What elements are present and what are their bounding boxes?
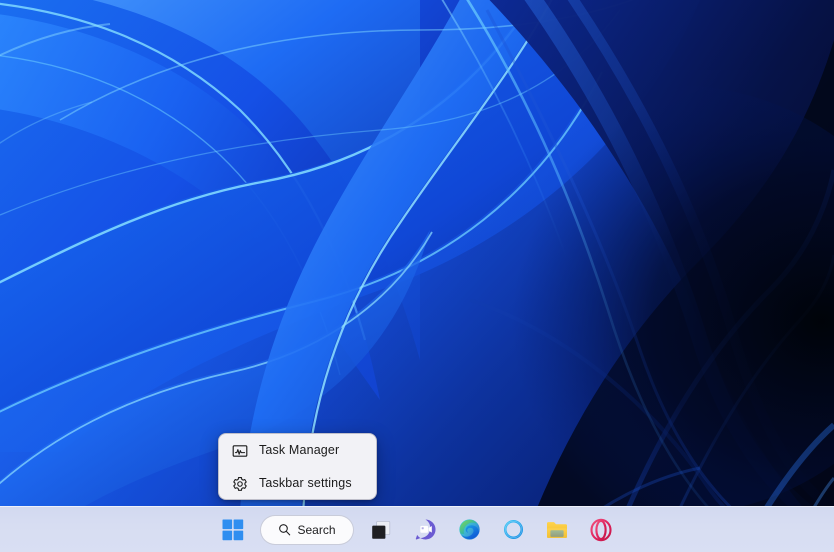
opera-icon [590,518,612,541]
menu-item-task-manager[interactable]: Task Manager [219,434,376,467]
desktop-screen: Task Manager Taskbar settings Search [0,0,834,552]
desktop-wallpaper [0,0,834,552]
gear-icon [231,475,249,493]
search-icon [278,523,291,536]
ring-icon [503,520,523,539]
taskbar: Search [0,506,834,552]
task-manager-icon [231,442,249,460]
menu-item-label: Taskbar settings [259,476,352,491]
edge-icon [458,519,480,540]
search-label: Search [297,522,336,537]
chat-button[interactable] [403,510,447,550]
taskbar-context-menu[interactable]: Task Manager Taskbar settings [218,433,377,500]
opera-button[interactable] [579,510,623,550]
edge-button[interactable] [447,510,491,550]
file-explorer-button[interactable] [535,510,579,550]
cortana-button[interactable] [491,510,535,550]
folder-icon [547,521,567,538]
task-view-button[interactable] [359,510,403,550]
taskbar-center-group: Search [211,507,623,552]
windows-logo-icon [222,519,244,540]
task-view-icon [372,520,391,539]
chat-icon [415,519,436,540]
menu-item-label: Task Manager [259,443,340,458]
start-button[interactable] [211,510,255,550]
menu-item-taskbar-settings[interactable]: Taskbar settings [219,467,376,499]
search-box[interactable]: Search [260,514,354,545]
